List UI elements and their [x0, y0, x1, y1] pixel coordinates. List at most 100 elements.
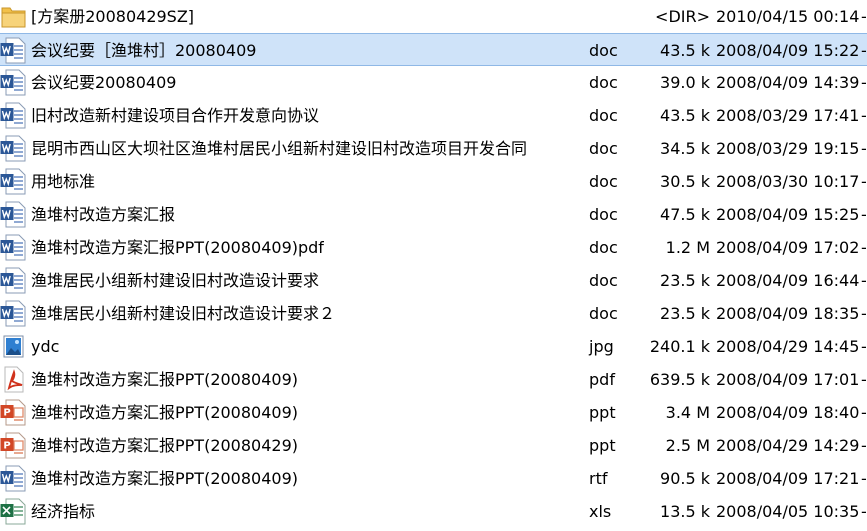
file-extension: doc: [589, 41, 618, 60]
file-name: 渔堆村改造方案汇报PPT(20080409): [31, 469, 298, 488]
file-attributes: -: [861, 337, 867, 356]
file-extension: doc: [589, 172, 618, 191]
file-date: 2008/04/29 14:29: [716, 436, 860, 455]
file-date: 2008/04/09 16:44: [716, 271, 860, 290]
file-row[interactable]: P 渔堆村改造方案汇报PPT(20080429) ppt 2.5 M 2008/04/2…: [0, 429, 867, 462]
file-extension: doc: [589, 238, 618, 257]
file-name: ydc: [31, 337, 60, 356]
word-document-icon: [0, 267, 27, 294]
file-size: 3.4 M: [665, 403, 710, 422]
file-attributes: -: [861, 271, 867, 290]
file-row[interactable]: 渔堆村改造方案汇报 doc 47.5 k 2008/04/09 15:25-: [0, 198, 867, 231]
file-size: <DIR>: [655, 7, 710, 26]
file-row[interactable]: 渔堆村改造方案汇报PPT(20080409) rtf 90.5 k 2008/04/0…: [0, 462, 867, 495]
file-size: 23.5 k: [660, 304, 710, 323]
file-row[interactable]: 用地标准 doc 30.5 k 2008/03/30 10:17-: [0, 165, 867, 198]
file-size: 43.5 k: [660, 41, 710, 60]
file-date: 2008/04/09 14:39: [716, 73, 860, 92]
file-name: 用地标准: [31, 172, 96, 191]
file-attributes: -: [861, 205, 867, 224]
file-attributes: -: [861, 370, 867, 389]
file-name: [方案册20080429SZ]: [31, 7, 195, 26]
file-extension: pdf: [589, 370, 615, 389]
file-extension: ppt: [589, 436, 616, 455]
file-date: 2008/04/09 15:25: [716, 205, 860, 224]
file-extension: doc: [589, 73, 618, 92]
file-date: 2008/04/09 17:02: [716, 238, 860, 257]
folder-icon: [0, 3, 27, 30]
file-name: 渔堆居民小组新村建设旧村改造设计要求２: [31, 304, 336, 323]
word-document-icon: [0, 234, 27, 261]
file-size: 639.5 k: [649, 370, 710, 389]
file-size: 30.5 k: [660, 172, 710, 191]
pdf-file-icon: [0, 366, 27, 393]
file-extension: xls: [589, 502, 612, 521]
file-name: 渔堆村改造方案汇报: [31, 205, 176, 224]
word-document-icon: [0, 201, 27, 228]
file-attributes: -: [861, 502, 867, 521]
file-extension: doc: [589, 106, 618, 125]
file-row[interactable]: ydc jpg 240.1 k 2008/04/29 14:45-: [0, 330, 867, 363]
file-size: 43.5 k: [660, 106, 710, 125]
file-size: 47.5 k: [660, 205, 710, 224]
file-extension: ppt: [589, 403, 616, 422]
file-name: 渔堆村改造方案汇报PPT(20080409): [31, 403, 298, 422]
file-size: 90.5 k: [660, 469, 710, 488]
file-attributes: -: [861, 469, 867, 488]
file-date: 2008/04/29 14:45: [716, 337, 860, 356]
file-attributes: -: [861, 238, 867, 257]
file-size: 240.1 k: [649, 337, 710, 356]
image-file-icon: [0, 333, 27, 360]
file-date: 2008/03/29 19:15: [716, 139, 860, 158]
file-attributes: -: [861, 139, 867, 158]
file-attributes: -: [861, 73, 867, 92]
file-date: 2010/04/15 00:14: [716, 7, 860, 26]
file-row[interactable]: 渔堆居民小组新村建设旧村改造设计要求２ doc 23.5 k 2008/04/09 1…: [0, 297, 867, 330]
file-attributes: -: [861, 41, 867, 60]
file-row[interactable]: P 渔堆村改造方案汇报PPT(20080409) ppt 3.4 M 2008/04/0…: [0, 396, 867, 429]
file-row[interactable]: 会议纪要20080409 doc 39.0 k 2008/04/09 14:39-: [0, 66, 867, 99]
file-name: 旧村改造新村建设项目合作开发意向协议: [31, 106, 320, 125]
file-name: 渔堆村改造方案汇报PPT(20080409)pdf: [31, 238, 324, 257]
file-attributes: -: [861, 172, 867, 191]
powerpoint-file-icon: P: [0, 399, 27, 426]
file-row[interactable]: 渔堆居民小组新村建设旧村改造设计要求 doc 23.5 k 2008/04/09 16…: [0, 264, 867, 297]
word-document-icon: [0, 135, 27, 162]
file-extension: doc: [589, 205, 618, 224]
file-row[interactable]: 渔堆村改造方案汇报PPT(20080409)pdf doc 1.2 M 2008/04…: [0, 231, 867, 264]
file-row[interactable]: 经济指标 xls 13.5 k 2008/04/05 10:35-: [0, 495, 867, 528]
file-attributes: -: [861, 403, 867, 422]
file-name: 渔堆居民小组新村建设旧村改造设计要求: [31, 271, 320, 290]
file-size: 39.0 k: [660, 73, 710, 92]
file-attributes: -: [861, 436, 867, 455]
file-size: 2.5 M: [665, 436, 710, 455]
svg-text:P: P: [3, 441, 10, 452]
file-name: 渔堆村改造方案汇报PPT(20080429): [31, 436, 298, 455]
file-name: 会议纪要［渔堆村］20080409: [31, 41, 257, 60]
file-date: 2008/04/09 17:01: [716, 370, 860, 389]
file-row[interactable]: 昆明市西山区大坝社区渔堆村居民小组新村建设旧村改造项目开发合同 doc 34.5 k…: [0, 132, 867, 165]
file-extension: doc: [589, 271, 618, 290]
file-extension: rtf: [589, 469, 608, 488]
excel-file-icon: [0, 498, 27, 525]
file-name: 会议纪要20080409: [31, 73, 177, 92]
file-extension: doc: [589, 304, 618, 323]
file-date: 2008/04/09 17:21: [716, 469, 860, 488]
file-row[interactable]: [方案册20080429SZ] <DIR> 2010/04/15 00:14-: [0, 0, 867, 33]
file-size: 1.2 M: [665, 238, 710, 257]
file-attributes: -: [861, 7, 867, 26]
file-row[interactable]: 旧村改造新村建设项目合作开发意向协议 doc 43.5 k 2008/03/29 17…: [0, 99, 867, 132]
powerpoint-file-icon: P: [0, 432, 27, 459]
file-row[interactable]: 会议纪要［渔堆村］20080409 doc 43.5 k 2008/04/09 15:…: [0, 33, 867, 66]
file-row[interactable]: 渔堆村改造方案汇报PPT(20080409) pdf 639.5 k 2008/04/…: [0, 363, 867, 396]
word-document-icon: [0, 37, 27, 64]
file-list[interactable]: [方案册20080429SZ] <DIR> 2010/04/15 00:14- 会议纪…: [0, 0, 867, 531]
file-attributes: -: [861, 304, 867, 323]
word-document-icon: [0, 69, 27, 96]
word-document-icon: [0, 102, 27, 129]
file-date: 2008/04/05 10:35: [716, 502, 860, 521]
file-date: 2008/04/09 18:40: [716, 403, 860, 422]
file-size: 23.5 k: [660, 271, 710, 290]
word-document-icon: [0, 465, 27, 492]
file-date: 2008/04/09 15:22: [716, 41, 860, 60]
